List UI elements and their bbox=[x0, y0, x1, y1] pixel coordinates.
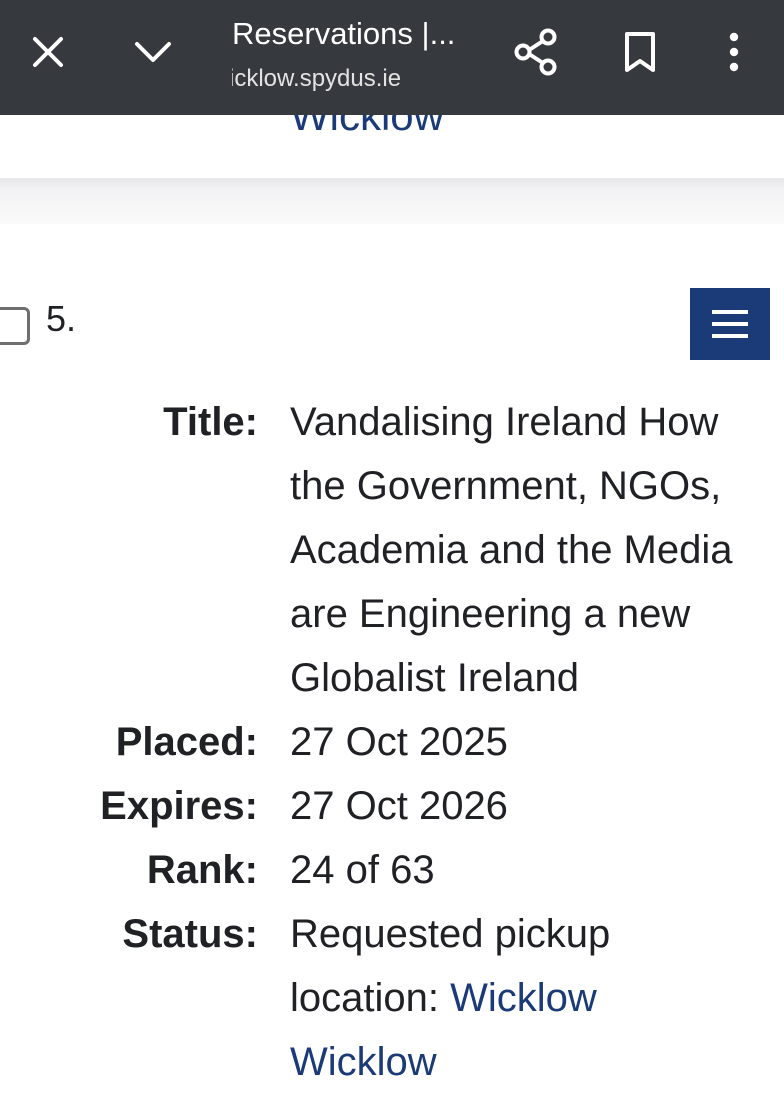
rank-value: 24 of 63 bbox=[290, 848, 435, 892]
placed-value: 27 Oct 2025 bbox=[290, 720, 508, 764]
card-separator bbox=[0, 178, 784, 224]
item-number: 5. bbox=[46, 298, 77, 339]
status-value: Requested pickup location: Wicklow Wickl… bbox=[290, 902, 690, 1094]
more-options-button[interactable] bbox=[702, 20, 766, 84]
page-url: icklow.spydus.ie bbox=[232, 65, 402, 92]
close-icon bbox=[33, 37, 63, 67]
rank-label: Rank: bbox=[146, 848, 258, 892]
hamburger-menu-icon bbox=[712, 310, 748, 338]
item-menu-button[interactable] bbox=[690, 288, 770, 360]
title-value: Vandalising Ireland How the Government, … bbox=[290, 400, 733, 700]
title-label: Title: bbox=[163, 400, 258, 444]
share-icon bbox=[514, 28, 557, 76]
reservation-card: 5. Title: Vandalising Ireland How the Go… bbox=[0, 224, 784, 1110]
more-vert-icon bbox=[729, 32, 739, 72]
minimize-tab-button[interactable] bbox=[121, 20, 185, 84]
page-title: Reservations |... bbox=[232, 16, 456, 51]
browser-toolbar: Reservations |... icklow.spydus.ie bbox=[0, 0, 784, 115]
close-tab-button[interactable] bbox=[16, 20, 80, 84]
previous-pickup-location-link[interactable]: Wicklow bbox=[290, 115, 444, 141]
expires-label: Expires: bbox=[100, 784, 258, 828]
bookmark-icon bbox=[625, 32, 655, 72]
placed-label: Placed: bbox=[115, 720, 258, 764]
share-button[interactable] bbox=[503, 20, 567, 84]
expires-value: 27 Oct 2026 bbox=[290, 784, 508, 828]
status-label: Status: bbox=[122, 912, 258, 956]
previous-reservation-card: Wicklow bbox=[0, 115, 784, 178]
chevron-down-icon bbox=[135, 42, 171, 62]
bookmark-button[interactable] bbox=[608, 20, 672, 84]
select-item-checkbox[interactable] bbox=[0, 307, 30, 345]
tab-title-area[interactable]: Reservations |... icklow.spydus.ie bbox=[232, 12, 482, 102]
